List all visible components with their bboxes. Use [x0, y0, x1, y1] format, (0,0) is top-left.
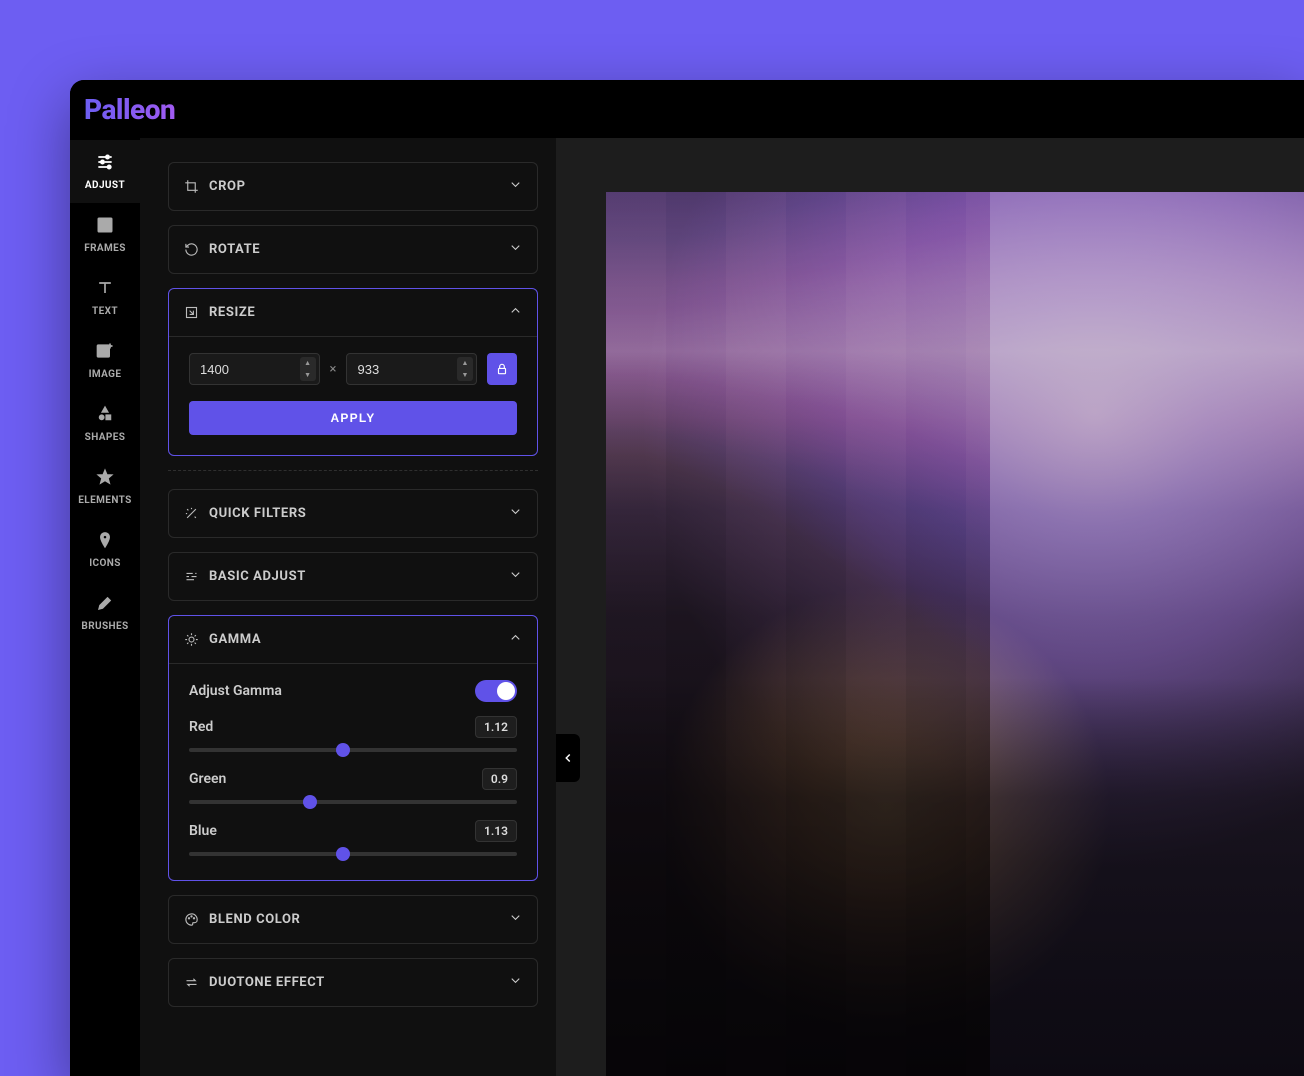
accordion-rotate[interactable]: ROTATE	[168, 225, 538, 274]
rail-label: BRUSHES	[81, 621, 128, 632]
gamma-blue-value: 1.13	[475, 820, 517, 842]
accordion-label: GAMMA	[209, 632, 261, 647]
lock-aspect-button[interactable]	[487, 353, 517, 385]
rail-label: SHAPES	[85, 432, 126, 443]
accordion-duotone[interactable]: DUOTONE EFFECT	[168, 958, 538, 1007]
slider-thumb[interactable]	[336, 743, 350, 757]
accordion-crop[interactable]: CROP	[168, 162, 538, 211]
rail-item-icons[interactable]: ICONS	[70, 518, 140, 581]
number-spinner[interactable]: ▲▼	[300, 357, 316, 381]
rail-item-shapes[interactable]: SHAPES	[70, 392, 140, 455]
gamma-red-slider[interactable]	[189, 748, 517, 752]
accordion-label: BLEND COLOR	[209, 912, 300, 927]
app-body: ADJUST FRAMES TEXT IMAGE	[70, 138, 1304, 1076]
frames-icon	[95, 215, 115, 235]
gamma-green-value: 0.9	[482, 768, 517, 790]
chevron-down-icon	[508, 910, 523, 929]
accordion-gamma: GAMMA Adjust Gamma Red 1.12	[168, 615, 538, 881]
accordion-basic-adjust[interactable]: BASIC ADJUST	[168, 552, 538, 601]
slider-thumb[interactable]	[336, 847, 350, 861]
chevron-up-icon	[508, 303, 523, 322]
rotate-icon	[183, 242, 199, 258]
wand-icon	[183, 506, 199, 522]
app-logo: Palleon	[84, 93, 175, 126]
accordion-gamma-header[interactable]: GAMMA	[169, 616, 537, 663]
sliders-icon	[183, 569, 199, 585]
gamma-green-label: Green	[189, 771, 226, 787]
rail-item-image[interactable]: IMAGE	[70, 329, 140, 392]
apply-button[interactable]: APPLY	[189, 401, 517, 435]
rail-label: ELEMENTS	[78, 495, 131, 506]
rail-item-adjust[interactable]: ADJUST	[70, 140, 140, 203]
brightness-icon	[183, 632, 199, 648]
canvas-image[interactable]	[606, 192, 1304, 1076]
accordion-label: QUICK FILTERS	[209, 506, 306, 521]
chevron-down-icon	[508, 504, 523, 523]
accordion-quick-filters[interactable]: QUICK FILTERS	[168, 489, 538, 538]
gamma-green-slider[interactable]	[189, 800, 517, 804]
app-window: Palleon ADJUST FRAMES TEXT	[70, 80, 1304, 1076]
crop-icon	[183, 179, 199, 195]
canvas-area[interactable]	[556, 138, 1304, 1076]
accordion-label: CROP	[209, 179, 246, 194]
multiply-symbol: ×	[330, 362, 337, 377]
brush-icon	[95, 593, 115, 613]
rail-item-frames[interactable]: FRAMES	[70, 203, 140, 266]
accordion-label: BASIC ADJUST	[209, 569, 306, 584]
accordion-resize: RESIZE ▲▼ × ▲▼	[168, 288, 538, 456]
rail-label: FRAMES	[84, 243, 126, 254]
rail-item-elements[interactable]: ELEMENTS	[70, 455, 140, 518]
chevron-up-icon	[508, 630, 523, 649]
panel-collapse-button[interactable]	[556, 734, 580, 782]
star-icon	[95, 467, 115, 487]
shapes-icon	[95, 404, 115, 424]
pin-icon	[95, 530, 115, 550]
gamma-red-label: Red	[189, 719, 213, 735]
chevron-down-icon	[508, 240, 523, 259]
chevron-down-icon	[508, 567, 523, 586]
accordion-label: RESIZE	[209, 305, 255, 320]
sliders-icon	[95, 152, 115, 172]
slider-thumb[interactable]	[303, 795, 317, 809]
accordion-blend-color[interactable]: BLEND COLOR	[168, 895, 538, 944]
rail-label: TEXT	[92, 306, 118, 317]
rail-item-text[interactable]: TEXT	[70, 266, 140, 329]
swap-icon	[183, 975, 199, 991]
number-spinner[interactable]: ▲▼	[457, 357, 473, 381]
resize-body: ▲▼ × ▲▼ APPLY	[169, 336, 537, 455]
gamma-red-value: 1.12	[475, 716, 517, 738]
accordion-label: DUOTONE EFFECT	[209, 975, 325, 990]
panel-divider	[168, 470, 538, 471]
tool-rail: ADJUST FRAMES TEXT IMAGE	[70, 138, 140, 1076]
gamma-toggle-label: Adjust Gamma	[189, 683, 282, 699]
chevron-down-icon	[508, 973, 523, 992]
accordion-resize-header[interactable]: RESIZE	[169, 289, 537, 336]
accordion-label: ROTATE	[209, 242, 260, 257]
chevron-down-icon	[508, 177, 523, 196]
rail-label: IMAGE	[89, 369, 122, 380]
rail-item-brushes[interactable]: BRUSHES	[70, 581, 140, 644]
topbar: Palleon	[70, 80, 1304, 138]
rail-label: ADJUST	[85, 180, 125, 191]
image-plus-icon	[95, 341, 115, 361]
palette-icon	[183, 912, 199, 928]
adjust-panel: CROP ROTATE	[140, 138, 556, 1076]
rail-label: ICONS	[89, 558, 121, 569]
gamma-blue-label: Blue	[189, 823, 217, 839]
gamma-blue-slider[interactable]	[189, 852, 517, 856]
gamma-toggle[interactable]	[475, 680, 517, 702]
gamma-body: Adjust Gamma Red 1.12	[169, 663, 537, 880]
text-icon	[95, 278, 115, 298]
resize-icon	[183, 305, 199, 321]
